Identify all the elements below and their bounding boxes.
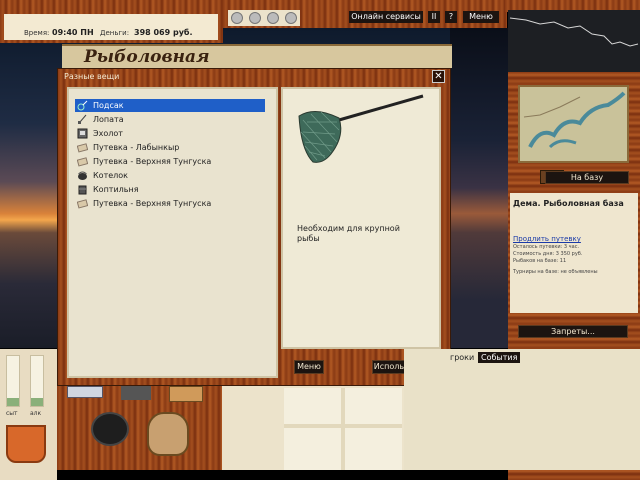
help-button[interactable]: ? <box>445 11 457 23</box>
status-panel: Время: 09:40 ПН Деньги: 398 069 руб. <box>4 14 218 40</box>
bait-icon[interactable] <box>231 12 243 24</box>
bait-slots <box>228 10 300 26</box>
tournaments: Турниры на базе: не объявлены <box>513 269 598 275</box>
grid-divider <box>284 424 402 428</box>
base-info: Дема. Рыболовная база Продлить путевку О… <box>510 193 638 313</box>
case-icon[interactable] <box>121 386 151 400</box>
shovel-icon <box>78 114 87 124</box>
pause-button[interactable]: II <box>428 11 440 23</box>
inventory-shelf <box>57 386 222 470</box>
top-info-bar: Время: 09:40 ПН Деньги: 398 069 руб. <box>0 0 223 43</box>
voucher-icon <box>77 143 88 153</box>
bucket-icon[interactable] <box>6 425 46 463</box>
grid-divider <box>341 388 345 470</box>
item-label: Котелок <box>93 171 128 180</box>
base-title: Дема. Рыболовная база <box>513 199 624 208</box>
hunger-gauge-fill <box>7 398 19 406</box>
money-label: Деньги: <box>100 29 130 37</box>
pot-icon <box>78 171 87 180</box>
time-left: Осталось путевки: 3 час. <box>513 244 580 250</box>
pot-icon[interactable] <box>91 412 129 446</box>
gauges-panel: сыт алк <box>0 349 57 480</box>
lake-map <box>523 91 626 149</box>
list-item[interactable]: Коптильня <box>75 183 265 196</box>
alcohol-gauge <box>30 355 44 407</box>
creel-icon[interactable] <box>147 412 189 456</box>
route-map[interactable] <box>508 10 640 72</box>
fishers-count: Рыбаков на базе: 11 <box>513 258 567 264</box>
close-icon[interactable]: ✕ <box>432 70 445 83</box>
hunger-gauge <box>6 355 20 407</box>
time-label: Время: <box>24 29 50 37</box>
sunset-scene-right <box>450 28 512 348</box>
tab-players[interactable]: гроки <box>450 353 474 362</box>
list-item[interactable]: Путевка - Лабынкыр <box>75 141 265 154</box>
item-description: Необходим для крупной рыбы <box>297 224 400 243</box>
tab-events[interactable]: События <box>478 352 521 363</box>
hunger-label: сыт <box>6 410 18 417</box>
bait-icon[interactable] <box>285 12 297 24</box>
item-label: Подсак <box>93 101 124 110</box>
chat-panel: гроки События <box>404 349 640 470</box>
dialog-title: Разные вещи <box>64 72 120 81</box>
smoker-icon <box>78 185 87 195</box>
list-item[interactable]: Лопата <box>75 113 265 126</box>
list-item[interactable]: Подсак <box>75 99 265 112</box>
time-value: 09:40 ПН <box>52 28 94 37</box>
list-item[interactable]: Эхолот <box>75 127 265 140</box>
box-icon[interactable] <box>67 386 103 398</box>
day-cost: Стоимость дня: 3 350 руб. <box>513 251 583 257</box>
to-base-button[interactable]: На базу <box>545 171 629 184</box>
list-item[interactable]: Путевка - Верхняя Тунгуска <box>75 197 265 210</box>
item-label: Эхолот <box>93 129 123 138</box>
items-list: Подсак Лопата Эхолот Путевка - Лабынкыр … <box>67 87 278 378</box>
landing-net-icon <box>77 100 88 111</box>
alcohol-label: алк <box>30 410 42 417</box>
banner-title: Рыболовная <box>84 47 210 67</box>
landing-net-icon <box>298 94 424 163</box>
base-minimap[interactable] <box>518 85 629 163</box>
dialog-menu-button[interactable]: Меню <box>294 360 324 374</box>
voucher-icon <box>77 157 88 167</box>
list-item[interactable]: Котелок <box>75 169 265 182</box>
slots-panel <box>222 386 404 470</box>
bait-icon[interactable] <box>249 12 261 24</box>
item-label: Путевка - Лабынкыр <box>93 143 180 152</box>
slot-grid <box>284 388 402 470</box>
voucher-icon <box>77 199 88 209</box>
money-value: 398 069 руб. <box>134 28 193 37</box>
item-label: Лопата <box>93 115 124 124</box>
bait-icon[interactable] <box>267 12 279 24</box>
banner: Рыболовная <box>62 44 452 68</box>
bans-button[interactable]: Запреты... <box>518 325 628 338</box>
item-label: Путевка - Верхняя Тунгуска <box>93 157 212 166</box>
alcohol-gauge-fill <box>31 398 43 406</box>
top-menu-bar: Онлайн сервисы II ? Меню <box>223 0 507 28</box>
echo-sounder-icon <box>77 128 88 139</box>
item-label: Путевка - Верхняя Тунгуска <box>93 199 212 208</box>
crate-icon[interactable] <box>169 386 203 402</box>
menu-button[interactable]: Меню <box>463 11 499 23</box>
extend-voucher-link[interactable]: Продлить путевку <box>513 235 581 243</box>
list-item[interactable]: Путевка - Верхняя Тунгуска <box>75 155 265 168</box>
route-line <box>509 17 639 47</box>
item-label: Коптильня <box>93 185 139 194</box>
online-services-button[interactable]: Онлайн сервисы <box>349 11 423 23</box>
